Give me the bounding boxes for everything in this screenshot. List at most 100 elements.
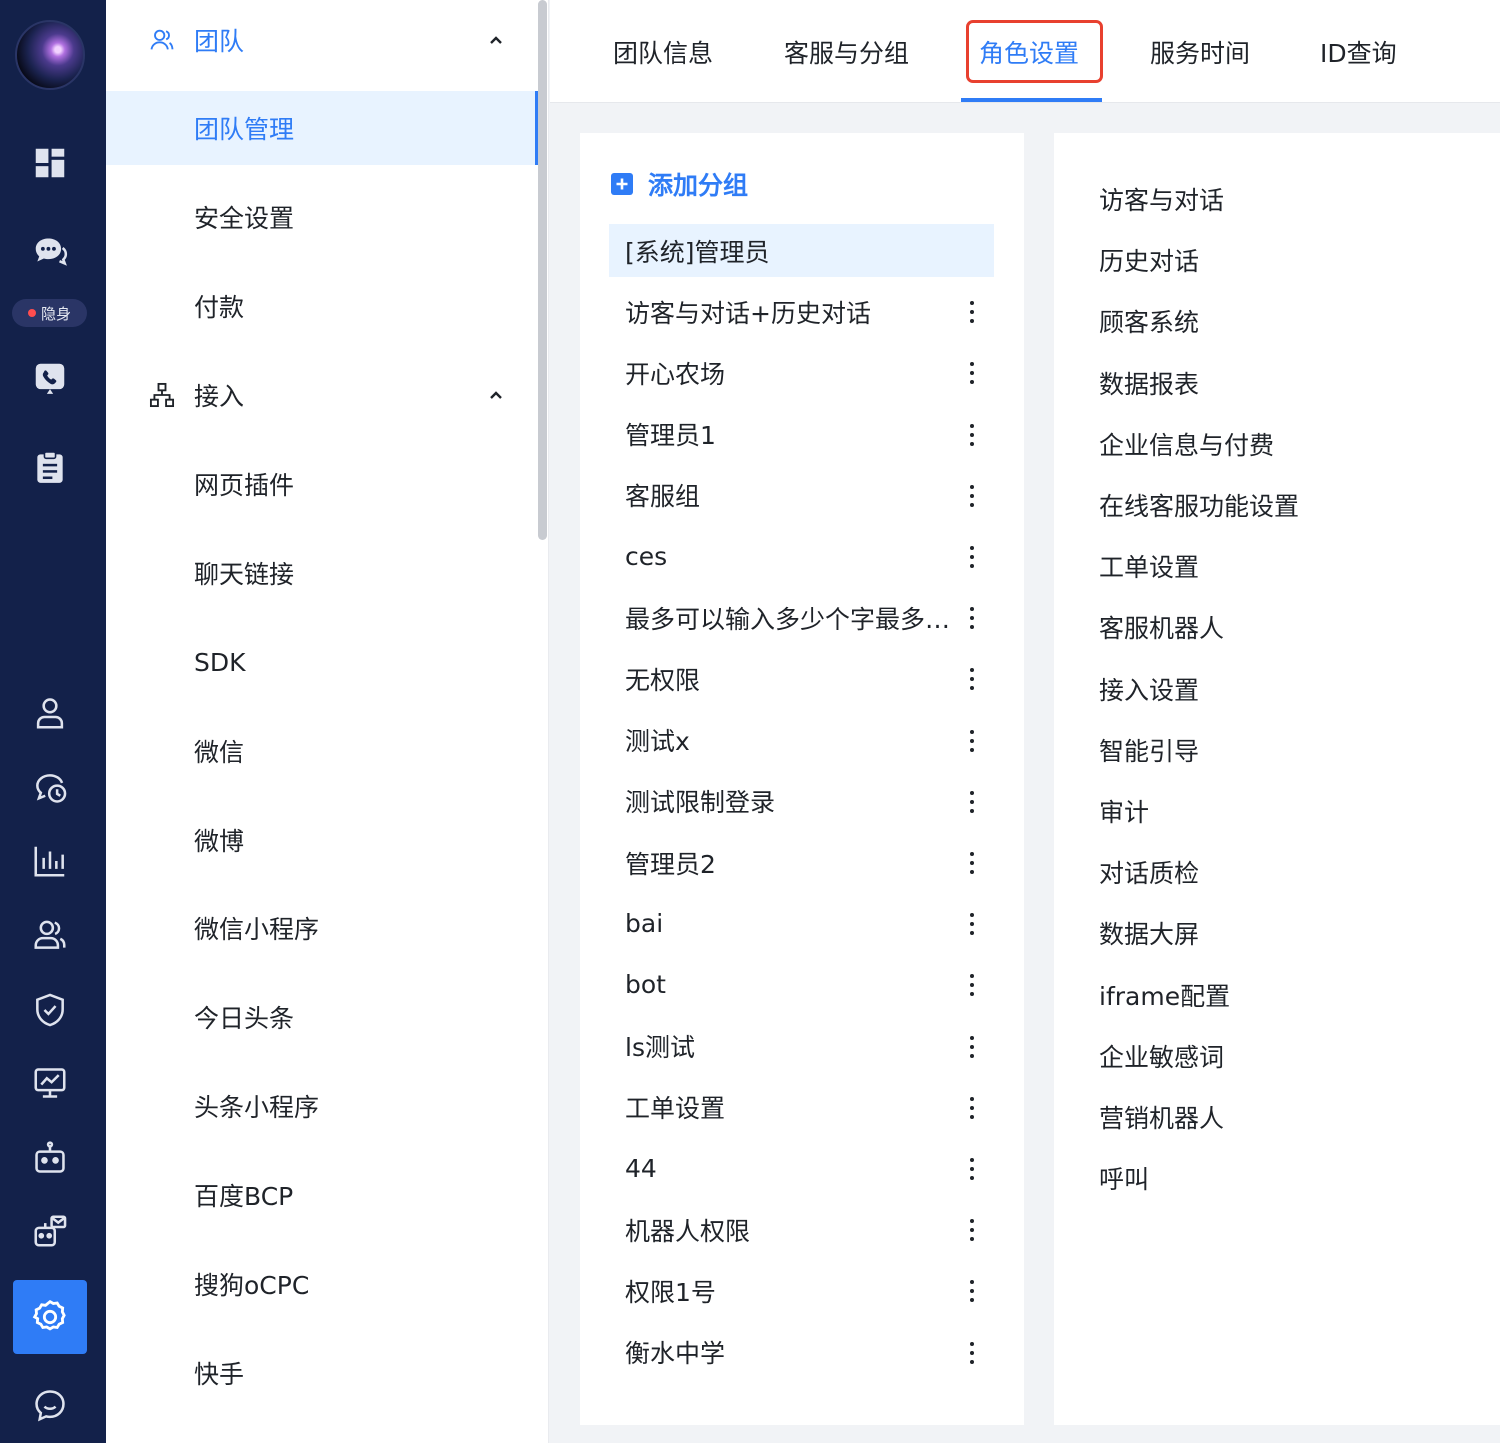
- nav-item-chat-link[interactable]: 聊天链接: [106, 536, 538, 610]
- nav-item-label: 安全设置: [194, 204, 295, 233]
- nav-item-toutiao-miniprogram[interactable]: 头条小程序: [106, 1069, 538, 1143]
- role-name: 44: [625, 1154, 657, 1183]
- nav-item-kuaishou[interactable]: 快手: [106, 1336, 538, 1410]
- nav-item-baidu-bcp[interactable]: 百度BCP: [106, 1158, 538, 1232]
- team-icon[interactable]: [25, 910, 75, 960]
- tab-role-settings[interactable]: 角色设置: [979, 30, 1079, 74]
- role-row[interactable]: ces: [609, 530, 994, 583]
- role-row[interactable]: 无权限: [609, 652, 994, 705]
- more-vertical-icon[interactable]: [966, 298, 978, 326]
- dashboard-icon[interactable]: [25, 138, 75, 188]
- role-row[interactable]: 访客与对话+历史对话: [609, 285, 994, 338]
- user-avatar[interactable]: [15, 20, 85, 90]
- tab-team-info[interactable]: 团队信息: [613, 30, 713, 74]
- role-row[interactable]: 开心农场: [609, 346, 994, 399]
- nav-item-security-settings[interactable]: 安全设置: [106, 180, 538, 254]
- more-vertical-icon[interactable]: [966, 1339, 978, 1367]
- nav-item-label: 团队管理: [194, 115, 295, 144]
- bar-chart-icon[interactable]: [25, 836, 75, 886]
- more-vertical-icon[interactable]: [966, 727, 978, 755]
- role-name: 权限1号: [625, 1277, 716, 1307]
- permission-item: 呼叫: [1099, 1165, 1150, 1195]
- role-name: 衡水中学: [625, 1339, 726, 1369]
- chat-icon[interactable]: [25, 227, 75, 277]
- more-vertical-icon[interactable]: [966, 971, 978, 999]
- nav-item-wechat[interactable]: 微信: [106, 714, 538, 788]
- more-vertical-icon[interactable]: [966, 604, 978, 632]
- nav-item-team-management[interactable]: 团队管理: [106, 91, 538, 165]
- role-row[interactable]: 衡水中学: [609, 1326, 994, 1379]
- more-vertical-icon[interactable]: [966, 910, 978, 938]
- more-vertical-icon[interactable]: [966, 359, 978, 387]
- nav-group-team[interactable]: 团队: [106, 10, 536, 70]
- nav-item-weibo[interactable]: 微博: [106, 803, 538, 877]
- role-row[interactable]: ls测试: [609, 1020, 994, 1073]
- more-vertical-icon[interactable]: [966, 1277, 978, 1305]
- role-row[interactable]: 测试x: [609, 714, 994, 767]
- nav-item-web-plugin[interactable]: 网页插件: [106, 447, 538, 521]
- more-vertical-icon[interactable]: [966, 1155, 978, 1183]
- role-row[interactable]: [系统]管理员: [609, 224, 994, 277]
- nav-item-toutiao[interactable]: 今日头条: [106, 980, 538, 1054]
- role-name: 无权限: [625, 665, 701, 695]
- add-group-label: 添加分组: [648, 171, 749, 200]
- more-vertical-icon[interactable]: [966, 1216, 978, 1244]
- add-group-button[interactable]: 添加分组: [610, 167, 748, 201]
- nav-item-label: 微信小程序: [194, 915, 320, 944]
- clipboard-icon[interactable]: [25, 442, 75, 492]
- tab-service-hours[interactable]: 服务时间: [1150, 30, 1250, 74]
- role-name: 管理员2: [625, 849, 716, 879]
- permission-item: 企业敏感词: [1099, 1042, 1225, 1072]
- robot-icon[interactable]: [25, 1133, 75, 1183]
- nav-item-label: SDK: [194, 647, 246, 677]
- user-icon[interactable]: [25, 688, 75, 738]
- permission-item: 智能引导: [1099, 736, 1200, 766]
- nav-item-payment[interactable]: 付款: [106, 269, 538, 343]
- more-vertical-icon[interactable]: [966, 1033, 978, 1061]
- tab-id-lookup[interactable]: ID查询: [1320, 30, 1397, 74]
- role-name: 工单设置: [625, 1094, 726, 1124]
- status-toggle[interactable]: 隐身: [12, 299, 87, 327]
- more-vertical-icon[interactable]: [966, 849, 978, 877]
- nav-item-label: 付款: [194, 293, 245, 322]
- sidebar-scrollbar[interactable]: [538, 0, 547, 540]
- nav-item-sogou-ocpc[interactable]: 搜狗oCPC: [106, 1247, 538, 1321]
- more-vertical-icon[interactable]: [966, 482, 978, 510]
- nav-group-access[interactable]: 接入: [106, 365, 536, 425]
- settings-button[interactable]: [13, 1280, 87, 1354]
- more-vertical-icon[interactable]: [966, 788, 978, 816]
- nav-item-wechat-miniprogram[interactable]: 微信小程序: [106, 891, 538, 965]
- settings-sidebar: 团队 团队管理 安全设置 付款 接入 网页插件 聊天链接 SDK 微信 微博 微…: [106, 0, 549, 1443]
- role-row[interactable]: 测试限制登录: [609, 775, 994, 828]
- phone-icon[interactable]: [25, 353, 75, 403]
- role-row[interactable]: bot: [609, 958, 994, 1011]
- feedback-icon[interactable]: [25, 1380, 75, 1430]
- role-name: 管理员1: [625, 421, 716, 451]
- role-row[interactable]: 管理员2: [609, 836, 994, 889]
- permission-item: 在线客服功能设置: [1099, 492, 1300, 521]
- more-vertical-icon[interactable]: [966, 543, 978, 571]
- more-vertical-icon[interactable]: [966, 665, 978, 693]
- monitor-chart-icon[interactable]: [25, 1058, 75, 1108]
- role-name: bai: [625, 909, 664, 939]
- role-row[interactable]: bai: [609, 897, 994, 950]
- more-vertical-icon[interactable]: [966, 421, 978, 449]
- active-tab-indicator: [961, 98, 1102, 102]
- role-name: 测试x: [625, 727, 690, 757]
- role-row[interactable]: 管理员1: [609, 408, 994, 461]
- tab-agents-and-groups[interactable]: 客服与分组: [784, 30, 909, 74]
- history-chat-icon[interactable]: [25, 763, 75, 813]
- role-row[interactable]: 44: [609, 1142, 994, 1195]
- shield-icon[interactable]: [25, 985, 75, 1035]
- settings-icon: [32, 1299, 66, 1331]
- permission-item: 数据大屏: [1099, 920, 1200, 950]
- role-row[interactable]: 客服组: [609, 469, 994, 522]
- permission-item: 工单设置: [1099, 553, 1200, 583]
- role-row[interactable]: 最多可以输入多少个字最多可以输入多少个字: [609, 591, 994, 644]
- marketing-robot-icon[interactable]: [25, 1206, 75, 1256]
- more-vertical-icon[interactable]: [966, 1094, 978, 1122]
- role-row[interactable]: 机器人权限: [609, 1203, 994, 1256]
- nav-item-sdk[interactable]: SDK: [106, 625, 538, 699]
- role-row[interactable]: 工单设置: [609, 1081, 994, 1134]
- role-row[interactable]: 权限1号: [609, 1264, 994, 1317]
